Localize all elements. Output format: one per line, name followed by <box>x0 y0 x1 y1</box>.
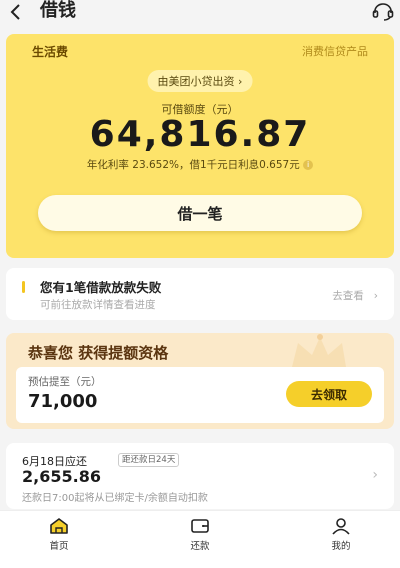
notice-title: 您有1笔借款放款失败 <box>40 280 162 295</box>
bottom-tab-bar: 首页 还款 我的 <box>0 510 400 568</box>
credit-increase-card: 恭喜您 获得提额资格 预估提至（元） 71,000 去领取 <box>6 333 394 429</box>
borrow-button[interactable]: 借一笔 <box>38 195 362 231</box>
interest-rate-row: 年化利率 23.652%，借1千元日利息0.657元 i <box>6 157 394 172</box>
repay-amount: 2,655.86 <box>22 467 101 486</box>
customer-service-icon[interactable] <box>372 2 394 22</box>
repayment-card[interactable]: 6月18日应还 距还款日24天 2,655.86 还款日7:00起将从已绑定卡/… <box>6 443 394 509</box>
chevron-right-icon: › <box>238 75 243 88</box>
tab-home[interactable]: 首页 <box>29 517 89 552</box>
quota-amount: 64,816.87 <box>89 114 311 155</box>
tab-repay-label: 还款 <box>190 541 210 552</box>
tab-profile[interactable]: 我的 <box>311 517 371 552</box>
view-details-label: 去查看 <box>332 290 364 302</box>
top-bar: 借钱 <box>0 0 400 28</box>
auto-debit-note: 还款日7:00起将从已绑定卡/余额自动扣款 <box>22 493 208 504</box>
tab-home-label: 首页 <box>49 541 69 552</box>
promo-title: 恭喜您 获得提额资格 <box>28 344 169 362</box>
notice-accent-bar <box>22 281 25 293</box>
crown-decoration-icon <box>292 334 346 367</box>
chevron-right-icon: › <box>372 467 378 483</box>
back-chevron-icon[interactable] <box>8 2 22 26</box>
promo-inner-panel: 预估提至（元） 71,000 去领取 <box>16 367 384 423</box>
interest-rate-text: 年化利率 23.652%，借1千元日利息0.657元 <box>86 159 300 171</box>
user-icon <box>332 518 350 535</box>
page-title: 借钱 <box>40 0 76 21</box>
chevron-right-icon: › <box>367 290 378 302</box>
provider-pill[interactable]: 由美团小贷出资 › <box>147 70 253 92</box>
home-icon <box>50 518 68 534</box>
provider-label: 由美团小贷出资 <box>157 75 235 88</box>
loan-failure-notice[interactable]: 您有1笔借款放款失败 可前往放款详情查看进度 去查看 › <box>6 268 394 320</box>
estimate-label: 预估提至（元） <box>28 376 102 388</box>
product-tag: 生活费 <box>32 45 69 59</box>
info-icon[interactable]: i <box>303 160 314 170</box>
product-type-label: 消费信贷产品 <box>302 45 368 58</box>
days-remaining-badge: 距还款日24天 <box>118 453 180 467</box>
wallet-icon <box>191 519 209 533</box>
claim-button[interactable]: 去领取 <box>286 381 372 407</box>
view-details-link[interactable]: 去查看 › <box>332 288 378 303</box>
notice-subtitle: 可前往放款详情查看进度 <box>40 299 156 311</box>
tab-profile-label: 我的 <box>331 541 351 552</box>
tab-repay[interactable]: 还款 <box>170 517 230 552</box>
loan-quota-card: 生活费 消费信贷产品 由美团小贷出资 › 可借额度（元） 64,816.87 年… <box>6 34 394 258</box>
estimate-value: 71,000 <box>28 391 98 412</box>
